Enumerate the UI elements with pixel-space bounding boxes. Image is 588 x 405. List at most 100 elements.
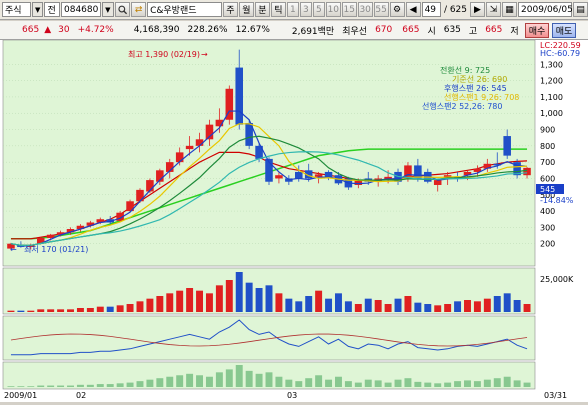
volume-bar xyxy=(414,302,422,312)
volume-bar xyxy=(116,305,124,312)
candle-body xyxy=(46,234,55,238)
mode-select[interactable]: 전 xyxy=(44,2,60,17)
market-select[interactable]: 주식 xyxy=(2,2,31,17)
y-tick-label: 1,200 xyxy=(540,77,563,86)
volume-bar xyxy=(67,309,74,312)
indicator-bar xyxy=(196,375,204,387)
date-input[interactable]: 2009/06/05 xyxy=(518,2,573,17)
minute-5-button[interactable]: 5 xyxy=(312,2,325,17)
indicator-bar xyxy=(57,385,65,387)
indicator-bar xyxy=(414,381,422,387)
volume-bar xyxy=(315,290,323,312)
volume-bar xyxy=(265,285,273,312)
candle-body xyxy=(523,167,531,176)
high-label: 고 xyxy=(468,26,478,37)
stock-chart[interactable]: 1,3001,2001,1001,00090080070060050040030… xyxy=(0,39,588,402)
indicator-bar xyxy=(503,376,511,387)
indicator-bar xyxy=(265,372,273,387)
link-icon[interactable]: ⇄ xyxy=(131,2,147,17)
volume-bar xyxy=(444,304,452,312)
date-label: 2009/01 xyxy=(4,391,37,400)
chart-toolbar: 주식 ▼ 전 084680 ▼ ⇄ C&우방랜드 주 월 분 틱 1 3 5 1… xyxy=(0,0,588,20)
minute-30-button[interactable]: 30 xyxy=(357,2,373,17)
volume-bar xyxy=(493,296,501,312)
candle-body xyxy=(404,165,412,179)
bar-count-input[interactable]: 49 xyxy=(421,2,441,17)
volume: 4,168,390 xyxy=(133,25,180,35)
volume-bar xyxy=(434,305,442,312)
period-week-button[interactable]: 주 xyxy=(222,2,238,17)
volume-bar xyxy=(235,272,243,312)
indicator-bar xyxy=(315,375,323,387)
indicator-bar xyxy=(245,370,253,387)
stock-name-value: C&우방랜드 xyxy=(150,6,197,16)
period-tick-button[interactable]: 틱 xyxy=(270,2,286,17)
indicator-bar xyxy=(136,381,144,387)
period-minute-button[interactable]: 분 xyxy=(254,2,270,17)
stock-code-value: 084680 xyxy=(64,4,99,15)
minute-1-button[interactable]: 1 xyxy=(286,2,299,17)
volume-bar xyxy=(523,304,531,312)
indicator-pane xyxy=(2,315,536,361)
volume-bar xyxy=(354,304,362,312)
period-minute-label: 분 xyxy=(258,6,267,16)
minute-3-label: 3 xyxy=(302,4,309,15)
indicator-bar xyxy=(17,386,25,387)
minute-1-label: 1 xyxy=(289,4,296,15)
indicator-bar xyxy=(176,375,184,387)
volume-bar xyxy=(483,298,491,312)
bar-total-label: / 625 xyxy=(443,4,468,15)
minute-10-button[interactable]: 10 xyxy=(325,2,341,17)
volume-axis-label: 25,000K xyxy=(540,275,574,284)
volume-bar xyxy=(344,301,352,312)
indicator-bar xyxy=(285,379,293,387)
scroll-left-icon[interactable]: ◀ xyxy=(405,2,421,17)
mode-select-value: 전 xyxy=(47,6,56,16)
y-tick-label: 400 xyxy=(540,207,555,216)
y-tick-label: 1,100 xyxy=(540,93,563,102)
chart-area[interactable]: 1,300 1,200 1,100 1,000 900 800 700 600 500 400 30… xyxy=(0,39,588,402)
current-price: 665 xyxy=(22,25,40,35)
volume-bar xyxy=(86,308,94,312)
scroll-right-icon[interactable]: ▶ xyxy=(470,2,486,17)
legend-item: 선행스팬2 52,26: 780 xyxy=(422,101,502,111)
indicator-bar xyxy=(215,372,223,387)
volume-bar xyxy=(285,298,293,312)
volume-bar xyxy=(47,309,55,312)
open-price: 635 xyxy=(443,25,461,35)
indicator-bar xyxy=(47,385,55,387)
minute-3-button[interactable]: 3 xyxy=(299,2,312,17)
volume-bar xyxy=(384,304,392,312)
indicator-bar xyxy=(374,380,382,387)
minute-15-button[interactable]: 15 xyxy=(341,2,357,17)
volume-bar xyxy=(76,308,84,312)
calendar-icon[interactable]: ▤ xyxy=(573,2,588,17)
legend-item: 후행스팬 26: 545 xyxy=(444,83,507,93)
stock-code-input[interactable]: 084680 xyxy=(61,2,101,17)
indicator-bar xyxy=(37,385,45,387)
sell-label: 매도 xyxy=(555,27,573,37)
chevron-down-icon[interactable]: ▼ xyxy=(31,2,44,17)
volume-bar xyxy=(176,290,184,312)
y-tick-label: 700 xyxy=(540,158,555,167)
indicator-bar xyxy=(7,386,15,387)
volume-ratio: 228.26% xyxy=(187,25,228,35)
search-icon[interactable] xyxy=(114,2,131,17)
turnover-rate: 12.67% xyxy=(235,25,270,35)
high-arrow-icon: → xyxy=(201,50,208,59)
sell-button[interactable]: 매도 xyxy=(552,23,576,38)
indicator-bar xyxy=(27,386,35,387)
minute-55-button[interactable]: 55 xyxy=(373,2,389,17)
zoom-icon[interactable]: ⇲ xyxy=(486,2,502,17)
buy-button[interactable]: 매수 xyxy=(525,23,549,38)
chevron-down-icon[interactable]: ▼ xyxy=(102,2,114,17)
settings-icon[interactable]: ⚙ xyxy=(389,2,405,17)
indicator-bar xyxy=(305,378,313,387)
minute-15-label: 15 xyxy=(343,4,355,15)
volume-bar xyxy=(275,293,283,312)
volume-bar xyxy=(295,301,303,312)
grid-icon[interactable]: ▦ xyxy=(502,2,518,17)
period-month-button[interactable]: 월 xyxy=(238,2,254,17)
indicator-bar xyxy=(325,379,333,387)
indicator-bar xyxy=(364,379,372,387)
